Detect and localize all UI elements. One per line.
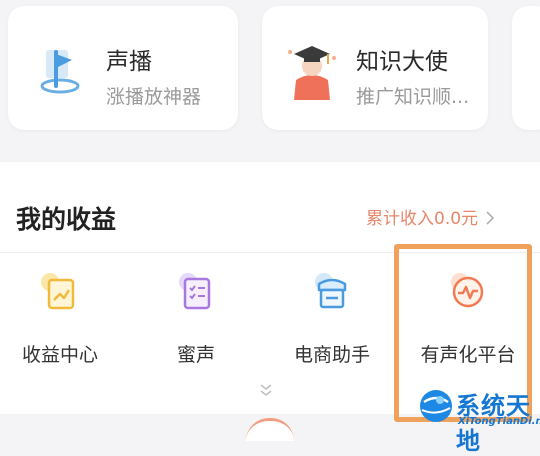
card-partial[interactable] <box>512 6 540 130</box>
card-knowledge-ambassador[interactable]: 知识大使 推广知识顺... <box>262 6 488 130</box>
bottom-tab-partial-icon[interactable] <box>246 418 294 441</box>
tool-label: 电商助手 <box>293 344 370 366</box>
cumulative-income-link[interactable]: 累计收入0.0元 <box>366 204 495 230</box>
tool-label: 收益中心 <box>21 344 98 366</box>
tool-label: 蜜声 <box>176 344 215 366</box>
expand-chevron-icon[interactable] <box>258 382 274 398</box>
cumulative-income-text: 累计收入0.0元 <box>366 209 479 229</box>
watermark: 系统天地 XiTongTianDi.net <box>418 380 540 455</box>
globe-logo-icon <box>418 388 454 424</box>
chevron-right-icon <box>485 210 495 230</box>
watermark-url: XiTongTianDi.net <box>458 416 540 427</box>
card-title: 知识大使 <box>356 49 448 75</box>
tool-earnings-center[interactable]: 收益中心 <box>2 272 118 372</box>
flag-pin-icon <box>36 46 86 96</box>
graduate-avatar-icon <box>282 40 342 102</box>
card-subtitle: 推广知识顺... <box>356 86 470 108</box>
card-title: 声播 <box>106 49 152 75</box>
tool-misheng[interactable]: 蜜声 <box>138 272 254 372</box>
tool-ecommerce-assistant[interactable]: 电商助手 <box>274 272 390 372</box>
checklist-icon <box>176 272 216 312</box>
shop-icon <box>312 272 352 312</box>
chart-doc-icon <box>40 272 80 312</box>
card-subtitle: 涨播放神器 <box>106 86 202 108</box>
section-title: 我的收益 <box>16 205 117 234</box>
card-shengbo[interactable]: 声播 涨播放神器 <box>8 6 238 130</box>
